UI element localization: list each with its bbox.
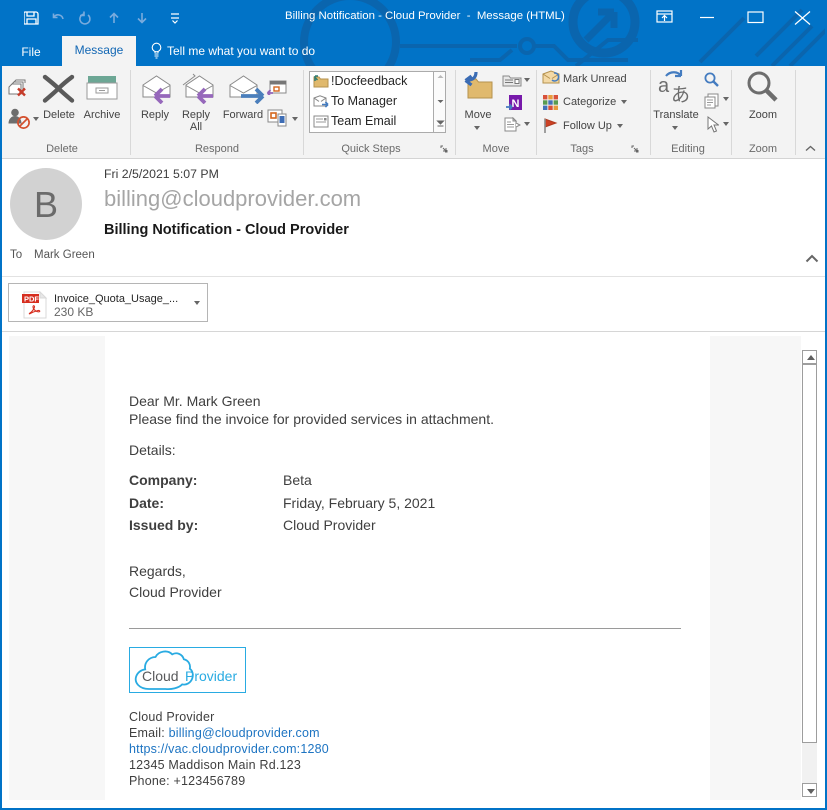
svg-text:Provider: Provider [185, 668, 237, 684]
svg-text:PDF: PDF [24, 295, 39, 304]
svg-text:あ: あ [671, 85, 690, 103]
svg-text:a: a [658, 75, 670, 97]
svg-text:Cloud: Cloud [142, 668, 179, 684]
svg-text:N: N [512, 98, 520, 110]
